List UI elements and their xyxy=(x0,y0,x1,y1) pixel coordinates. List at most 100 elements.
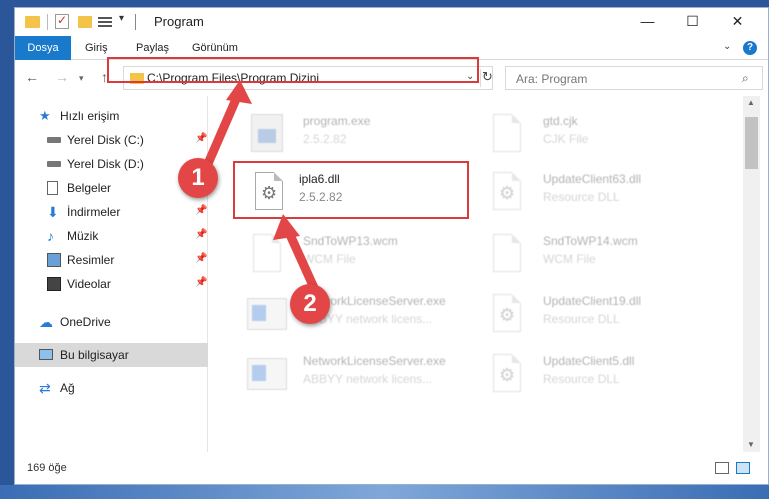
tab-file[interactable]: Dosya xyxy=(15,36,71,60)
file-item[interactable]: ⚙ UpdateClient19.dll Resource DLL xyxy=(487,290,727,346)
file-item[interactable]: ⚙ UpdateClient63.dll Resource DLL xyxy=(487,168,727,224)
file-item[interactable]: SndToWP13.wcm WCM File xyxy=(247,230,487,286)
file-item[interactable]: SndToWP14.wcm WCM File xyxy=(487,230,727,286)
file-meta: Resource DLL xyxy=(543,190,620,204)
sidebar-item-label: Müzik xyxy=(67,229,99,243)
network-icon: ⇄ xyxy=(39,380,51,396)
address-highlight-box xyxy=(107,57,479,83)
sidebar-item-label: Hızlı erişim xyxy=(60,109,120,123)
tiles-view-icon[interactable] xyxy=(736,462,750,474)
file-name: SndToWP14.wcm xyxy=(543,234,638,248)
properties-icon[interactable] xyxy=(98,15,114,29)
sidebar-item-label: Resimler xyxy=(67,253,115,267)
divider xyxy=(135,14,136,30)
exe-file-icon xyxy=(247,114,287,160)
callout-number-1: 1 xyxy=(178,158,218,198)
callout-number-2: 2 xyxy=(290,284,330,324)
file-item[interactable]: NetworkLicenseServer.exe ABBYY network l… xyxy=(247,350,487,406)
vertical-scrollbar[interactable]: ▲ ▼ xyxy=(743,96,760,452)
file-meta: WCM File xyxy=(543,252,596,266)
refresh-icon[interactable]: ↻ xyxy=(480,69,494,87)
item-count: 169 öğe xyxy=(27,462,67,474)
star-icon: ★ xyxy=(39,108,51,123)
file-item[interactable]: program.exe 2.5.2.82 xyxy=(247,110,487,166)
file-highlight-box xyxy=(233,161,469,219)
recent-locations-chevron-icon[interactable]: ▾ xyxy=(79,73,84,84)
file-name: gtd.cjk xyxy=(543,114,578,128)
computer-icon xyxy=(39,349,53,360)
window-title: Program xyxy=(154,14,204,29)
sidebar-item-this-pc[interactable]: Bu bilgisayar xyxy=(15,343,208,367)
documents-icon xyxy=(47,181,58,195)
back-arrow-icon[interactable]: ← xyxy=(25,69,39,85)
file-meta: 2.5.2.82 xyxy=(303,132,347,146)
sidebar-item-label: Belgeler xyxy=(67,181,112,195)
search-placeholder: Ara: Program xyxy=(516,72,588,86)
search-icon[interactable]: ⌕ xyxy=(742,71,749,86)
file-name: NetworkLicenseServer.exe xyxy=(303,354,446,368)
details-view-icon[interactable] xyxy=(715,462,729,474)
pin-icon: 📌 xyxy=(195,229,208,240)
music-icon: ♪ xyxy=(47,228,54,244)
maximize-button[interactable]: ☐ xyxy=(670,8,715,36)
file-item[interactable]: NetworkLicenseServer.exe ABBYY network l… xyxy=(247,290,487,346)
sidebar-item-onedrive[interactable]: ☁ OneDrive xyxy=(15,310,208,334)
file-item[interactable]: gtd.cjk CJK File xyxy=(487,110,727,166)
pin-icon: 📌 xyxy=(195,277,208,288)
file-meta: CJK File xyxy=(543,132,589,146)
file-name: SndToWP13.wcm xyxy=(303,234,398,248)
file-name: UpdateClient63.dll xyxy=(543,172,642,186)
cloud-icon: ☁ xyxy=(39,314,53,330)
file-item[interactable]: ⚙ UpdateClient5.dll Resource DLL xyxy=(487,350,727,406)
sidebar-item-pictures[interactable]: Resimler 📌 xyxy=(15,248,208,272)
file-icon xyxy=(487,234,527,280)
file-meta: Resource DLL xyxy=(543,312,620,326)
pictures-icon xyxy=(47,253,61,267)
new-folder-icon[interactable] xyxy=(78,16,92,28)
pin-icon: 📌 xyxy=(195,205,208,216)
pin-icon: 📌 xyxy=(195,133,208,144)
sidebar-item-network[interactable]: ⇄ Ağ xyxy=(15,376,208,400)
sidebar-item-label: Videolar xyxy=(67,277,111,291)
sidebar-item-quick-access[interactable]: ★ Hızlı erişim xyxy=(15,104,208,128)
file-icon xyxy=(247,234,287,280)
scroll-up-icon[interactable]: ▲ xyxy=(747,98,755,107)
pin-icon: 📌 xyxy=(195,253,208,264)
sidebar-item-label: İndirmeler xyxy=(67,205,121,219)
sidebar-item-label: Yerel Disk (D:) xyxy=(67,157,144,171)
status-bar: 169 öğe xyxy=(15,452,768,484)
desktop-background xyxy=(0,485,769,499)
sidebar-item-label: Yerel Disk (C:) xyxy=(67,133,144,147)
application-icon xyxy=(247,354,287,400)
file-list: program.exe 2.5.2.82 gtd.cjk CJK File ⚙ … xyxy=(209,96,743,452)
dll-file-icon: ⚙ xyxy=(487,354,527,400)
search-input[interactable]: Ara: Program ⌕ xyxy=(505,66,763,90)
scrollbar-thumb[interactable] xyxy=(745,117,758,169)
drive-icon xyxy=(47,137,61,143)
sidebar-item-videos[interactable]: Videolar 📌 xyxy=(15,272,208,296)
forward-arrow-icon[interactable]: → xyxy=(55,69,69,85)
navigation-pane: ★ Hızlı erişim Yerel Disk (C:) 📌 Yerel D… xyxy=(15,96,208,452)
sidebar-item-label: Ağ xyxy=(60,381,75,395)
tab-home[interactable]: Giriş xyxy=(85,36,108,60)
expand-ribbon-chevron-icon[interactable]: ⌄ xyxy=(723,41,731,52)
scroll-down-icon[interactable]: ▼ xyxy=(747,440,755,449)
downloads-icon: ⬇ xyxy=(47,204,59,220)
sidebar-item-local-disk-c[interactable]: Yerel Disk (C:) 📌 xyxy=(15,128,208,152)
properties-check-icon[interactable] xyxy=(55,13,69,29)
close-button[interactable]: ✕ xyxy=(715,8,760,36)
title-bar: ▾ Program — ☐ ✕ xyxy=(15,8,768,36)
folder-icon[interactable] xyxy=(25,16,40,28)
drive-icon xyxy=(47,161,61,167)
minimize-button[interactable]: — xyxy=(625,8,670,36)
divider xyxy=(47,14,48,30)
sidebar-item-downloads[interactable]: ⬇ İndirmeler 📌 xyxy=(15,200,208,224)
help-icon[interactable]: ? xyxy=(743,41,757,55)
file-name: program.exe xyxy=(303,114,371,128)
customize-toolbar-chevron-icon[interactable]: ▾ xyxy=(119,13,124,24)
file-meta: WCM File xyxy=(303,252,356,266)
dll-file-icon: ⚙ xyxy=(487,172,527,218)
sidebar-item-music[interactable]: ♪ Müzik 📌 xyxy=(15,224,208,248)
file-name: UpdateClient5.dll xyxy=(543,354,635,368)
file-name: UpdateClient19.dll xyxy=(543,294,642,308)
